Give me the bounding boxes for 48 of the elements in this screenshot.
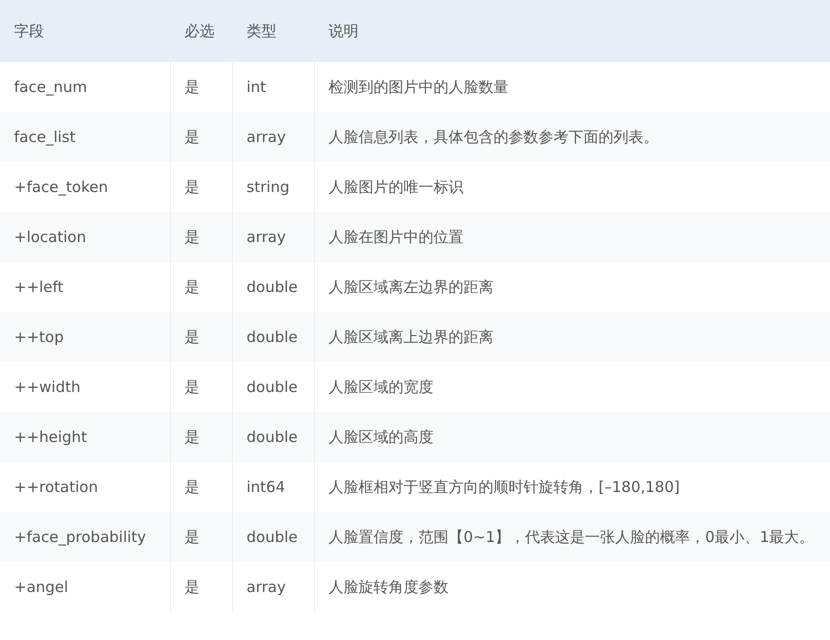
table-cell: 是: [184, 228, 200, 246]
table-cell: 是: [184, 128, 200, 146]
table-cell: array: [246, 578, 286, 596]
table-cell: 人脸信息列表，具体包含的参数参考下面的列表。: [328, 128, 658, 146]
table-cell: ++left: [14, 278, 64, 296]
column-header: 类型: [246, 22, 276, 40]
table-cell: double: [246, 528, 298, 546]
table-cell: 人脸区域的宽度: [328, 378, 434, 396]
table-cell: double: [246, 378, 298, 396]
table-cell: 是: [184, 378, 200, 396]
table-cell: string: [246, 178, 290, 196]
table-cell: 人脸区域的高度: [328, 428, 434, 446]
table-cell: int64: [246, 478, 286, 496]
table-cell: 人脸区域离左边界的距离: [328, 278, 494, 296]
table-cell: 是: [184, 528, 200, 546]
table-cell: +location: [14, 228, 86, 246]
column-header: 必选: [184, 22, 214, 40]
table-cell: 是: [184, 428, 200, 446]
table-cell: face_num: [14, 78, 88, 96]
table-cell: ++height: [14, 428, 87, 446]
table-cell: 是: [184, 278, 200, 296]
table-cell: 检测到的图片中的人脸数量: [328, 78, 508, 96]
table-cell: double: [246, 278, 298, 296]
table-cell: double: [246, 428, 298, 446]
table-cell: double: [246, 328, 298, 346]
table-cell: 是: [184, 78, 200, 96]
table-cell: ++top: [14, 328, 64, 346]
table-cell: ++rotation: [14, 478, 98, 496]
table-cell: array: [246, 128, 286, 146]
table-cell: array: [246, 228, 286, 246]
table-cell: 人脸在图片中的位置: [328, 228, 464, 246]
table-cell: 是: [184, 328, 200, 346]
table-cell: 是: [184, 478, 200, 496]
table-cell: +angel: [14, 578, 68, 596]
table-cell: 人脸置信度，范围【0~1】，代表这是一张人脸的概率，0最小、1最大。: [328, 528, 814, 546]
table-cell: 人脸旋转角度参数: [328, 578, 448, 596]
table-cell: +face_token: [14, 178, 108, 196]
table-cell: 人脸框相对于竖直方向的顺时针旋转角，[–180,180]: [328, 478, 680, 496]
table-cell: 人脸图片的唯一标识: [328, 178, 464, 196]
table-cell: face_list: [14, 128, 76, 146]
table-cell: 是: [184, 578, 200, 596]
column-header: 字段: [14, 22, 44, 40]
table-cell: +face_probability: [14, 528, 146, 546]
column-header: 说明: [328, 22, 358, 40]
table-cell: ++width: [14, 378, 80, 396]
table-cell: 人脸区域离上边界的距离: [328, 328, 494, 346]
table-cell: 是: [184, 178, 200, 196]
table-cell: int: [246, 78, 266, 96]
